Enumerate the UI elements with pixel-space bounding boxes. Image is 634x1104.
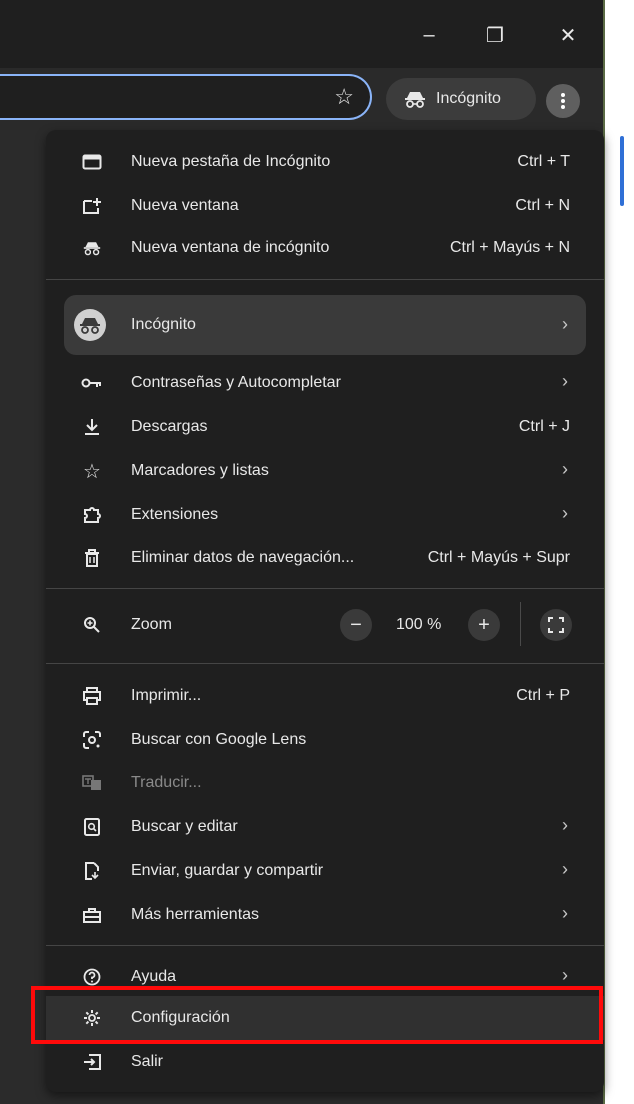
translate-icon [80, 771, 104, 795]
zoom-in-button[interactable]: + [468, 609, 500, 641]
menu-item-send-save-share[interactable]: Enviar, guardar y compartir › [46, 851, 604, 891]
menu-item-label: Eliminar datos de navegación... [131, 549, 355, 566]
menu-separator [46, 945, 604, 946]
menu-item-clear-browsing-data[interactable]: Eliminar datos de navegación... Ctrl + M… [46, 538, 604, 578]
minimize-button[interactable]: – [412, 18, 446, 52]
menu-item-shortcut: Ctrl + N [515, 197, 570, 214]
new-tab-icon [80, 150, 104, 174]
menu-item-new-incognito-tab[interactable]: Nueva pestaña de Incógnito Ctrl + T [46, 142, 604, 182]
lens-icon [80, 728, 104, 752]
chevron-right-icon: › [562, 903, 568, 923]
address-bar[interactable]: ☆ [0, 74, 372, 120]
menu-item-label: Buscar y editar [131, 818, 238, 835]
incognito-icon [405, 92, 425, 108]
incognito-profile-chip[interactable]: Incógnito [386, 78, 536, 120]
new-window-icon [80, 194, 104, 218]
menu-item-label: Incógnito [131, 316, 196, 333]
menu-separator [46, 279, 604, 280]
zoom-divider [520, 602, 521, 646]
trash-icon [80, 546, 104, 570]
chrome-app-menu: Nueva pestaña de Incógnito Ctrl + T Nuev… [46, 130, 604, 1092]
chevron-right-icon: › [562, 815, 568, 835]
fullscreen-icon [548, 617, 564, 633]
download-icon [80, 415, 104, 439]
fullscreen-button[interactable] [540, 609, 572, 641]
menu-item-downloads[interactable]: Descargas Ctrl + J [46, 407, 604, 447]
restore-button[interactable]: ❐ [478, 18, 512, 52]
chevron-right-icon: › [562, 371, 568, 391]
puzzle-icon [80, 503, 104, 527]
gear-icon [80, 1006, 104, 1030]
incognito-avatar-icon [74, 309, 106, 341]
menu-item-label: Configuración [131, 1009, 230, 1026]
zoom-icon [80, 613, 104, 637]
menu-item-print[interactable]: Imprimir... Ctrl + P [46, 676, 604, 716]
printer-icon [80, 684, 104, 708]
menu-item-label: Nueva ventana [131, 197, 239, 214]
toolbox-icon [80, 903, 104, 927]
menu-item-label: Contraseñas y Autocompletar [131, 374, 341, 391]
menu-item-label: Nueva ventana de incógnito [131, 239, 330, 256]
menu-item-settings[interactable]: Configuración [46, 998, 604, 1038]
find-in-page-icon [80, 815, 104, 839]
incognito-icon [80, 236, 104, 260]
menu-item-more-tools[interactable]: Más herramientas › [46, 895, 604, 935]
key-icon [80, 371, 104, 395]
menu-separator [46, 588, 604, 589]
star-icon[interactable]: ☆ [334, 85, 354, 109]
menu-item-label: Salir [131, 1053, 164, 1070]
menu-item-shortcut: Ctrl + J [518, 418, 570, 435]
zoom-level: 100 % [396, 616, 442, 633]
menu-item-label: Nueva pestaña de Incógnito [131, 153, 331, 170]
chevron-right-icon: › [562, 965, 568, 985]
menu-item-label: Imprimir... [131, 687, 202, 704]
menu-item-label: Descargas [131, 418, 208, 435]
menu-item-label: Ayuda [131, 968, 177, 985]
menu-item-shortcut: Ctrl + Mayús + Supr [427, 549, 570, 566]
menu-item-translate: Traducir... [46, 763, 604, 803]
menu-item-profile-incognito[interactable]: Incógnito › [64, 295, 586, 355]
zoom-out-button[interactable]: − [340, 609, 372, 641]
menu-item-passwords[interactable]: Contraseñas y Autocompletar › [46, 363, 604, 403]
menu-item-help[interactable]: Ayuda › [46, 957, 604, 997]
menu-item-new-window[interactable]: Nueva ventana Ctrl + N [46, 186, 604, 226]
chevron-right-icon: › [562, 314, 568, 334]
menu-item-label: Más herramientas [131, 906, 260, 923]
chevron-right-icon: › [562, 859, 568, 879]
menu-item-exit[interactable]: Salir [46, 1042, 604, 1082]
kebab-icon[interactable] [546, 84, 580, 118]
incognito-chip-label: Incógnito [436, 90, 501, 107]
menu-item-label: Traducir... [131, 774, 202, 791]
share-doc-icon [80, 859, 104, 883]
chevron-right-icon: › [562, 459, 568, 479]
menu-item-shortcut: Ctrl + T [517, 153, 570, 170]
menu-separator [46, 663, 604, 664]
menu-item-extensions[interactable]: Extensiones › [46, 495, 604, 535]
exit-icon [80, 1050, 104, 1074]
menu-item-google-lens[interactable]: Buscar con Google Lens [46, 720, 604, 760]
title-bar: – ❐ ✕ [0, 0, 603, 68]
menu-item-label: Marcadores y listas [131, 462, 269, 479]
menu-item-shortcut: Ctrl + P [516, 687, 570, 704]
menu-item-label: Extensiones [131, 506, 219, 523]
menu-item-label: Zoom [131, 616, 172, 633]
toolbar: ☆ Incógnito [0, 68, 603, 130]
scroll-indicator [620, 136, 624, 206]
close-button[interactable]: ✕ [551, 18, 585, 52]
menu-item-label: Buscar con Google Lens [131, 731, 307, 748]
star-icon: ☆ [83, 460, 101, 483]
menu-item-shortcut: Ctrl + Mayús + N [449, 239, 570, 256]
menu-item-find-and-edit[interactable]: Buscar y editar › [46, 807, 604, 847]
help-icon [80, 965, 104, 989]
menu-item-bookmarks[interactable]: ☆ Marcadores y listas › [46, 451, 604, 491]
menu-item-new-incognito-window[interactable]: Nueva ventana de incógnito Ctrl + Mayús … [46, 228, 604, 268]
menu-item-label: Enviar, guardar y compartir [131, 862, 324, 879]
chevron-right-icon: › [562, 503, 568, 523]
